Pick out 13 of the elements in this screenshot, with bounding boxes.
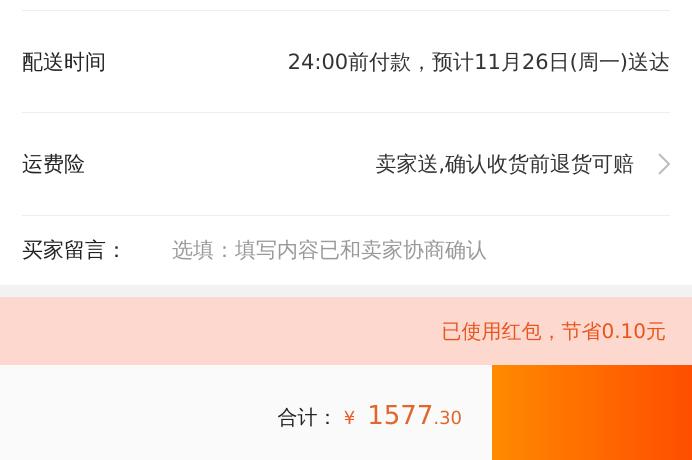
total-label: 合计：: [278, 404, 338, 431]
submit-button[interactable]: [492, 365, 692, 460]
row-label: 买家留言：: [22, 237, 128, 264]
total-decimals: .30: [433, 408, 462, 429]
row-label: 配送时间: [22, 48, 107, 76]
currency-sign: ¥: [344, 408, 356, 429]
row-value: 24:00前付款，预计11月26日(周一)送达: [286, 48, 670, 76]
row-label: 运费险: [22, 151, 86, 178]
message-field[interactable]: 选填：填写内容已和卖家协商确认: [172, 238, 670, 262]
row-value: 卖家送,确认收货前退货可赔: [374, 151, 634, 178]
chevron-right-icon[interactable]: [658, 153, 670, 176]
total-amount: 1577: [367, 401, 434, 431]
notice-text: 已使用红包，节省0.10元: [441, 318, 666, 344]
